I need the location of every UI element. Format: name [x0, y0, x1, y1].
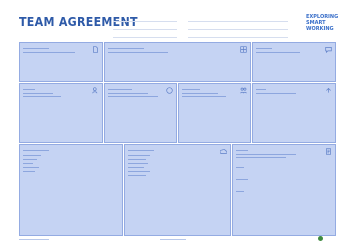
team-agreement-canvas: TEAM AGREEMENT EXPLORING SMART WORKING [0, 0, 341, 243]
panel-8 [19, 144, 123, 236]
header-field-lines [113, 14, 177, 38]
team-icon [240, 87, 247, 94]
circle-icon [166, 87, 173, 94]
upload-icon [325, 87, 332, 94]
footer-line [160, 239, 186, 240]
panel-1 [19, 42, 103, 82]
note-icon [325, 148, 332, 155]
panel-7 [252, 83, 336, 143]
cloud-icon [220, 148, 227, 155]
panel-6 [178, 83, 251, 143]
footer-logo-icon [318, 236, 323, 241]
logo-line: WORKING [306, 26, 334, 32]
document-icon [92, 46, 99, 53]
panel-5 [104, 83, 177, 143]
chat-icon [325, 46, 332, 53]
grid-icon [240, 46, 247, 53]
panel-2 [104, 42, 251, 82]
brand-logo: EXPLORING SMART WORKING [306, 14, 338, 32]
panel-3 [252, 42, 336, 82]
panel-4 [19, 83, 103, 143]
panel-10 [232, 144, 336, 236]
footer-line [19, 239, 49, 240]
people-icon [92, 87, 99, 94]
header-field-lines [188, 14, 288, 38]
panel-9 [124, 144, 231, 236]
